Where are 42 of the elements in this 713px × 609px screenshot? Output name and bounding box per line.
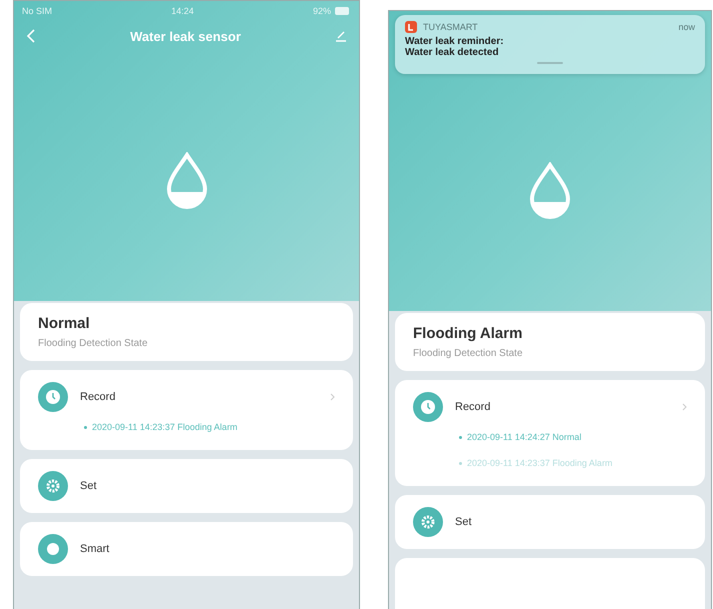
- state-caption: Flooding Detection State: [413, 348, 524, 359]
- record-text: 2020-09-11 14:23:37 Flooding Alarm: [467, 458, 612, 468]
- menu-card[interactable]: Smart: [20, 522, 353, 576]
- back-icon[interactable]: [26, 29, 36, 43]
- state-text: Normal: [38, 315, 91, 332]
- chevron-icon: [682, 403, 687, 411]
- record-text: 2020-09-11 14:24:27 Normal: [467, 432, 582, 442]
- notification-time: now: [678, 22, 695, 32]
- gear-icon: [38, 471, 68, 501]
- battery-text: 92%: [312, 6, 331, 16]
- state-text: Flooding Alarm: [413, 325, 524, 342]
- menu-label: Smart: [80, 543, 110, 555]
- record-text: 2020-09-11 14:23:37 Flooding Alarm: [92, 422, 238, 432]
- menu-label: Record: [455, 401, 492, 413]
- edit-icon[interactable]: [334, 30, 347, 42]
- menu-card[interactable]: Set: [395, 495, 705, 549]
- chevron-icon: [330, 393, 335, 401]
- menu-label: Record: [80, 391, 116, 403]
- app-logo-icon: [405, 21, 417, 33]
- notification-body: Water leak detected: [405, 47, 500, 58]
- water-drop-icon: [528, 162, 572, 220]
- app-name: TUYASMART: [423, 22, 479, 32]
- notification-title: Water leak reminder:: [405, 36, 505, 47]
- bullet-icon: [459, 462, 462, 464]
- menu-card[interactable]: Set: [20, 459, 353, 513]
- battery-icon: [335, 7, 351, 15]
- clock-text: 14:24: [171, 6, 194, 16]
- clock-icon: [413, 392, 443, 422]
- menu-card[interactable]: Record 2020-09-11 14:23:37 Flooding Alarm: [20, 370, 353, 450]
- bullet-icon: [84, 426, 87, 428]
- state-caption: Flooding Detection State: [38, 338, 149, 349]
- carrier-text: No SIM: [22, 6, 52, 16]
- notification-banner[interactable]: TUYASMART now Water leak reminder: Water leak detected: [395, 15, 705, 74]
- gear-icon: [413, 507, 443, 537]
- water-drop-icon: [164, 152, 208, 210]
- bullet-icon: [459, 436, 462, 438]
- clock-icon: [38, 382, 68, 412]
- grabber-handle[interactable]: [537, 62, 563, 64]
- menu-label: Set: [455, 516, 473, 528]
- menu-label: Set: [80, 480, 98, 492]
- page-title: Water leak sensor: [130, 28, 241, 44]
- menu-card[interactable]: Record 2020-09-11 14:24:27 Normal 2020-09-11 14:23:37 Flooding Alarm: [395, 380, 705, 486]
